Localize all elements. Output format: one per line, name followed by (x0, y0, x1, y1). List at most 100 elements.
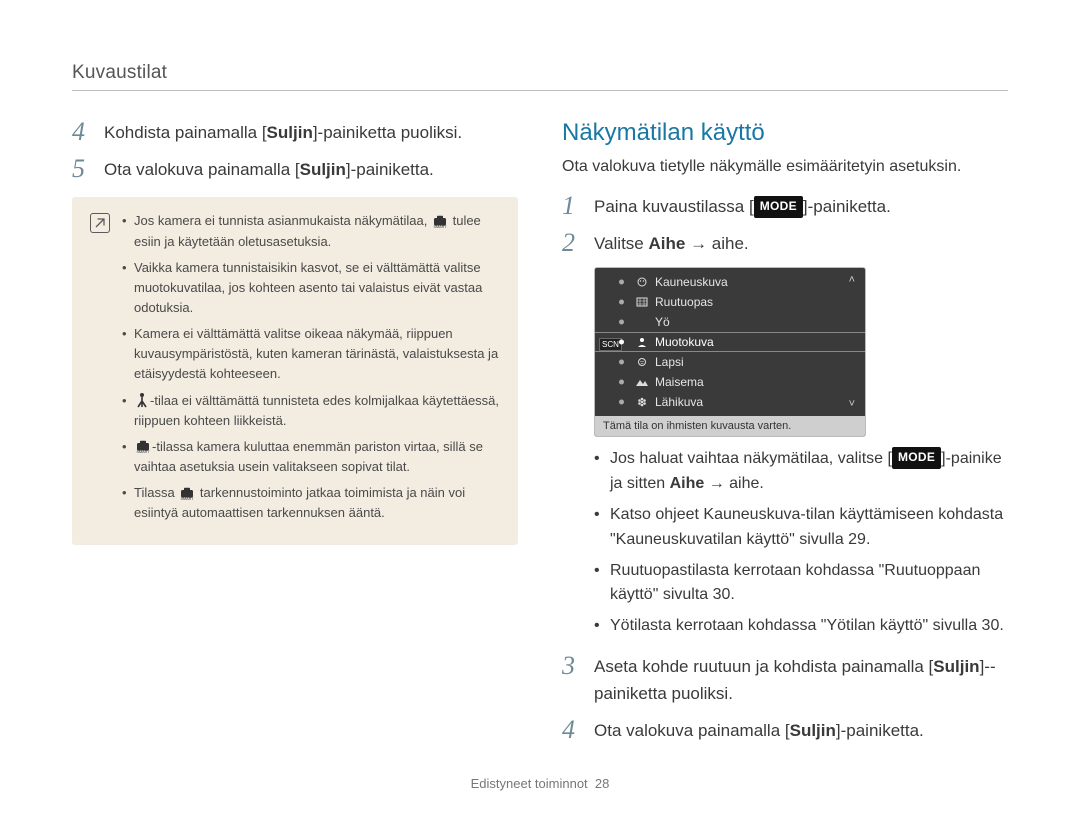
text: Paina kuvaustilassa [ (594, 197, 754, 216)
face-icon (635, 276, 649, 288)
scene-label: Muotokuva (655, 335, 714, 349)
step-text: Valitse Aihe → aihe. (594, 230, 749, 257)
divider (72, 90, 1008, 91)
note-item: -tilaa ei välttämättä tunnisteta edes ko… (122, 391, 500, 431)
bullet-icon (619, 360, 624, 365)
scene-item-lapsi[interactable]: Lapsi (595, 352, 865, 372)
note-item: Tilassa SMART tarkennustoiminto jatkaa t… (122, 483, 500, 523)
intro-text: Ota valokuva tietylle näkymälle esimääri… (562, 155, 1008, 179)
note-item: Vaikka kamera tunnistaisikin kasvot, se … (122, 258, 500, 318)
bullet-icon (619, 300, 624, 305)
bullet-item: Katso ohjeet Kauneuskuva-tilan käyttämis… (594, 503, 1008, 553)
scene-menu-panel: ˄ ˅ SCN Kauneuskuva Ruutuopas (594, 267, 866, 437)
text: Kohdista painamalla [ (104, 123, 267, 142)
note-item: SMART-tilassa kamera kuluttaa enemmän pa… (122, 437, 500, 477)
scene-label: Ruutuopas (655, 295, 713, 309)
text: ]-painiketta. (803, 197, 891, 216)
scene-item-kauneuskuva[interactable]: Kauneuskuva (595, 272, 865, 292)
step-number: 1 (562, 193, 584, 220)
svg-text:SMART: SMART (181, 496, 195, 500)
bullet-icon (619, 320, 624, 325)
step-number: 3 (562, 653, 584, 707)
text: Jos haluat vaihtaa näkymätilaa, valitse … (610, 450, 892, 467)
left-column: 4 Kohdista painamalla [Suljin]-painikett… (72, 119, 518, 755)
scene-label: Lähikuva (655, 395, 703, 409)
step-text: Paina kuvaustilassa [MODE]-painiketta. (594, 193, 891, 220)
mountain-icon (635, 376, 649, 388)
text: Ota valokuva painamalla [ (104, 160, 300, 179)
key-shutter: Suljin (933, 657, 979, 676)
step-text: Ota valokuva painamalla [Suljin]-painike… (594, 717, 924, 744)
step-3-right: 3 Aseta kohde ruutuun ja kohdista painam… (562, 653, 1008, 707)
text: ]-painiketta. (346, 160, 434, 179)
smart-icon: SMART (431, 214, 449, 228)
smart-icon: SMART (134, 440, 152, 454)
step-text: Ota valokuva painamalla [Suljin]-painike… (104, 156, 434, 183)
scene-label: Maisema (655, 375, 704, 389)
right-column: Näkymätilan käyttö Ota valokuva tietylle… (562, 119, 1008, 755)
bullet-icon (619, 340, 624, 345)
bullet-item: Jos haluat vaihtaa näkymätilaa, valitse … (594, 447, 1008, 497)
text-strong: Aihe (670, 475, 705, 492)
step-5-left: 5 Ota valokuva painamalla [Suljin]-paini… (72, 156, 518, 183)
scene-item-lahikuva[interactable]: Lähikuva (595, 392, 865, 412)
text: -tilaa ei välttämättä tunnisteta edes ko… (134, 393, 499, 428)
text: Jos kamera ei tunnista asianmukaista näk… (134, 213, 431, 228)
child-icon (635, 356, 649, 368)
smart-icon: SMART (178, 486, 196, 500)
tripod-icon (134, 392, 150, 406)
step-4-left: 4 Kohdista painamalla [Suljin]-painikett… (72, 119, 518, 146)
info-bullets: Jos haluat vaihtaa näkymätilaa, valitse … (594, 447, 1008, 639)
scene-item-yo[interactable]: Yö (595, 312, 865, 332)
mode-key: MODE (754, 196, 803, 218)
step-4-right: 4 Ota valokuva painamalla [Suljin]-paini… (562, 717, 1008, 744)
bullet-item: Ruutuopastilasta kerrotaan kohdassa "Ruu… (594, 559, 1008, 609)
text: → aihe. (704, 475, 764, 492)
note-box: Jos kamera ei tunnista asianmukaista näk… (72, 197, 518, 545)
svg-text:SMART: SMART (433, 225, 447, 229)
frame-icon (635, 296, 649, 308)
note-item: Jos kamera ei tunnista asianmukaista näk… (122, 211, 500, 251)
note-list: Jos kamera ei tunnista asianmukaista näk… (122, 211, 500, 529)
scene-label: Kauneuskuva (655, 275, 728, 289)
text: Aseta kohde ruutuun ja kohdista painamal… (594, 657, 933, 676)
note-icon (90, 213, 110, 233)
text: ]-painiketta puoliksi. (313, 123, 462, 142)
bullet-icon (619, 280, 624, 285)
step-1-right: 1 Paina kuvaustilassa [MODE]-painiketta. (562, 193, 1008, 220)
scene-item-muotokuva[interactable]: Muotokuva (595, 332, 865, 352)
step-number: 5 (72, 156, 94, 183)
page-footer: Edistyneet toiminnot 28 (0, 776, 1080, 791)
text: Tilassa (134, 485, 178, 500)
svg-text:SMART: SMART (136, 450, 150, 454)
key-shutter: Suljin (790, 721, 836, 740)
scene-label: Yö (655, 315, 670, 329)
bullet-icon (619, 400, 624, 405)
bullet-item: Yötilasta kerrotaan kohdassa "Yötilan kä… (594, 614, 1008, 639)
text-strong: Aihe (649, 234, 686, 253)
text: → aihe. (685, 234, 748, 253)
step-number: 4 (562, 717, 584, 744)
note-item: Kamera ei välttämättä valitse oikeaa näk… (122, 324, 500, 384)
footer-section: Edistyneet toiminnot (471, 776, 588, 791)
step-text: Aseta kohde ruutuun ja kohdista painamal… (594, 653, 1008, 707)
scene-item-maisema[interactable]: Maisema (595, 372, 865, 392)
step-number: 4 (72, 119, 94, 146)
person-icon (635, 336, 649, 348)
page-number: 28 (595, 776, 609, 791)
bullet-icon (619, 380, 624, 385)
moon-icon (635, 316, 649, 328)
section-heading: Näkymätilan käyttö (562, 119, 1008, 147)
text: Valitse (594, 234, 649, 253)
text: -tilassa kamera kuluttaa enemmän paristo… (134, 439, 483, 474)
step-text: Kohdista painamalla [Suljin]-painiketta … (104, 119, 462, 146)
scene-item-ruutuopas[interactable]: Ruutuopas (595, 292, 865, 312)
scene-label: Lapsi (655, 355, 684, 369)
step-2-right: 2 Valitse Aihe → aihe. (562, 230, 1008, 257)
scene-list: Kauneuskuva Ruutuopas Yö (595, 268, 865, 416)
key-shutter: Suljin (267, 123, 313, 142)
breadcrumb: Kuvaustilat (72, 62, 1008, 84)
page: Kuvaustilat 4 Kohdista painamalla [Sulji… (0, 0, 1080, 815)
mode-key: MODE (892, 447, 941, 469)
scene-menu-footer: Tämä tila on ihmisten kuvausta varten. (595, 416, 865, 436)
